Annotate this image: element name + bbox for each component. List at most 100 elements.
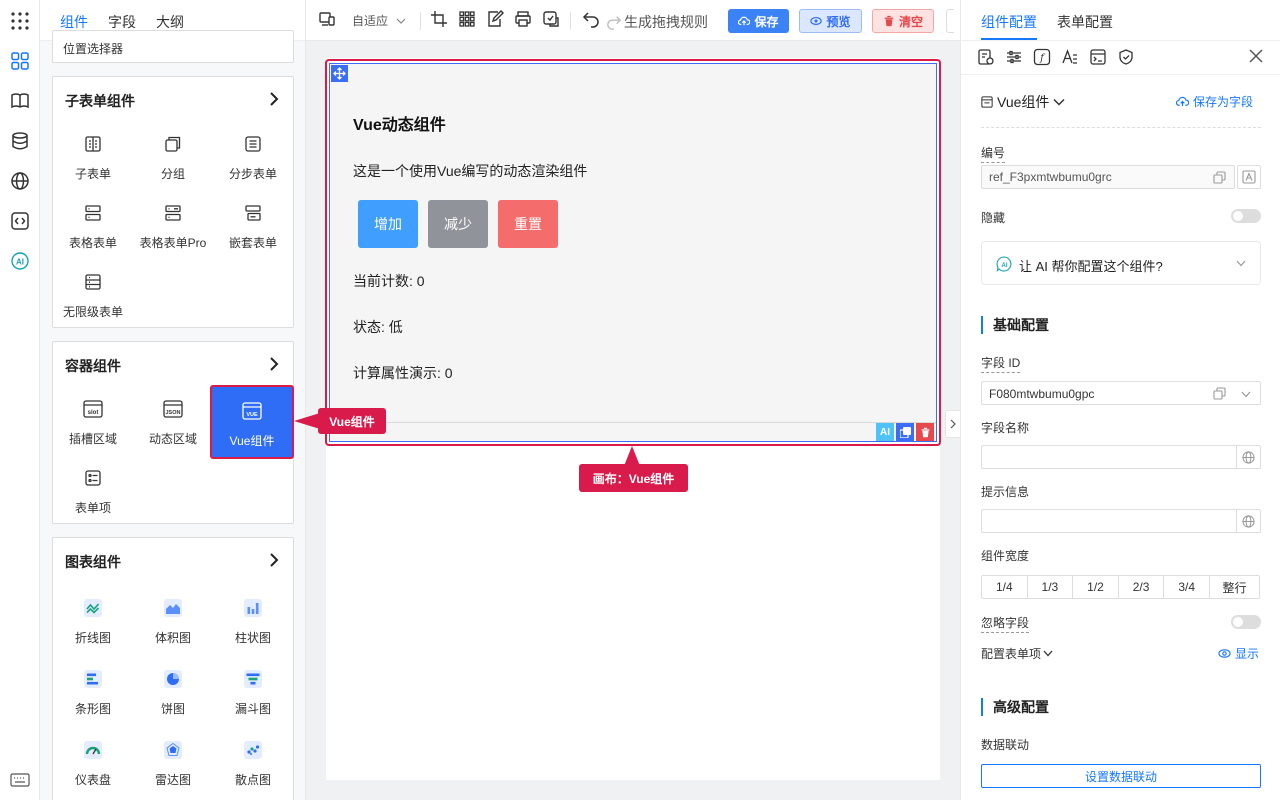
chevron-right-icon[interactable] xyxy=(269,92,279,106)
tab-components[interactable]: 组件 xyxy=(60,12,88,32)
item-funnel-chart[interactable]: 漏斗图 xyxy=(213,664,293,728)
copy-icon[interactable] xyxy=(896,423,914,441)
collapse-panel-handle[interactable] xyxy=(945,410,960,438)
trash-icon xyxy=(884,15,894,27)
components-icon[interactable] xyxy=(8,49,32,73)
translate-icon[interactable] xyxy=(1236,510,1260,532)
width-option[interactable]: 整行 xyxy=(1209,575,1260,599)
width-option[interactable]: 1/3 xyxy=(1026,575,1074,599)
crop-icon[interactable] xyxy=(430,10,448,28)
props-icon[interactable] xyxy=(977,48,995,66)
id-input[interactable]: ref_F3pxmtwbumu0grc xyxy=(981,165,1235,189)
device-icon[interactable] xyxy=(318,10,336,28)
more-button-edge[interactable] xyxy=(946,9,954,33)
field-id-input[interactable]: F080mtwbumu0gpc xyxy=(981,381,1261,405)
item-radar-chart[interactable]: 雷达图 xyxy=(133,735,213,799)
item-column-chart[interactable]: 柱状图 xyxy=(213,593,293,657)
item-slot-area[interactable]: slot 插槽区域 xyxy=(53,394,133,458)
tab-outline[interactable]: 大纲 xyxy=(156,12,184,32)
tab-fields[interactable]: 字段 xyxy=(108,12,136,32)
save-as-field-button[interactable]: 保存为字段 xyxy=(1176,93,1253,110)
chat-icon[interactable] xyxy=(542,10,560,28)
svg-text:AI: AI xyxy=(16,258,24,267)
nested-form-icon xyxy=(242,202,264,224)
book-icon[interactable] xyxy=(8,89,32,113)
keyboard-icon[interactable] xyxy=(8,768,32,792)
field-name-input[interactable] xyxy=(981,445,1261,469)
chevron-right-icon[interactable] xyxy=(269,357,279,371)
canvas-callout-label: 画布：Vue组件 xyxy=(592,471,675,486)
generate-rule-button[interactable]: 生成拖拽规则 xyxy=(606,12,708,32)
ai-assist-icon[interactable]: AI xyxy=(876,423,894,441)
component-type-label: Vue组件 xyxy=(997,94,1050,110)
shield-icon[interactable] xyxy=(1117,48,1135,66)
item-scatter-chart[interactable]: 散点图 xyxy=(213,735,293,799)
tab-form-config[interactable]: 表单配置 xyxy=(1057,12,1113,32)
code-icon[interactable] xyxy=(8,209,32,233)
location-picker-item[interactable]: 位置选择器 xyxy=(63,40,123,57)
item-table-form-pro[interactable]: 表格表单Pro xyxy=(133,198,213,262)
function-icon[interactable]: f xyxy=(1033,48,1051,66)
ai-icon[interactable]: AI xyxy=(8,249,32,273)
show-button[interactable]: 显示 xyxy=(1218,645,1259,662)
step-form-icon xyxy=(242,133,264,155)
reset-button[interactable]: 重置 xyxy=(498,200,558,248)
form-item-config-toggle[interactable]: 配置表单项 xyxy=(981,645,1053,662)
layout-mode-select[interactable]: 自适应 xyxy=(352,12,406,29)
script-icon[interactable] xyxy=(1089,48,1107,66)
width-option[interactable]: 3/4 xyxy=(1163,575,1210,599)
clear-button[interactable]: 清空 xyxy=(872,9,934,33)
hint-input[interactable] xyxy=(981,509,1261,533)
apps-grid-icon[interactable] xyxy=(8,9,32,33)
width-option[interactable]: 1/4 xyxy=(981,575,1028,599)
component-callout-label: Vue组件 xyxy=(329,414,375,429)
item-form-item[interactable]: 表单项 xyxy=(53,463,133,527)
auto-id-button[interactable] xyxy=(1237,165,1261,189)
hidden-toggle[interactable] xyxy=(1231,209,1261,223)
translate-icon[interactable] xyxy=(1236,446,1260,468)
ai-config-box[interactable]: AI 让 AI 帮你配置这个组件? xyxy=(981,241,1261,285)
svg-text:f: f xyxy=(1039,53,1046,64)
width-option[interactable]: 2/3 xyxy=(1117,575,1165,599)
table-form-pro-icon xyxy=(162,202,184,224)
item-subform[interactable]: 子表单 xyxy=(53,129,133,193)
ignore-field-toggle[interactable] xyxy=(1231,615,1261,629)
preview-button[interactable]: 预览 xyxy=(799,9,862,33)
grid-icon[interactable] xyxy=(458,10,476,28)
tab-component-config[interactable]: 组件配置 xyxy=(981,12,1037,32)
drag-handle-icon[interactable] xyxy=(331,65,348,82)
delete-icon[interactable] xyxy=(916,423,934,441)
svg-text:AI: AI xyxy=(1002,263,1008,269)
item-nested-form[interactable]: 嵌套表单 xyxy=(213,198,293,262)
item-group[interactable]: 分组 xyxy=(133,129,213,193)
item-infinite-form[interactable]: 无限级表单 xyxy=(53,267,133,331)
item-area-chart[interactable]: 体积图 xyxy=(133,593,213,657)
computed-text: 计算属性演示: 0 xyxy=(353,365,453,381)
close-icon[interactable] xyxy=(1249,49,1263,63)
globe-icon[interactable] xyxy=(8,169,32,193)
edit-icon[interactable] xyxy=(486,10,504,28)
item-table-form[interactable]: 表格表单 xyxy=(53,198,133,262)
item-step-form[interactable]: 分步表单 xyxy=(213,129,293,193)
chevron-right-icon[interactable] xyxy=(269,553,279,567)
width-option[interactable]: 1/2 xyxy=(1072,575,1119,599)
increment-button[interactable]: 增加 xyxy=(358,200,418,248)
card-title: 子表单组件 xyxy=(65,93,135,109)
text-style-icon[interactable] xyxy=(1061,48,1079,66)
item-line-chart[interactable]: 折线图 xyxy=(53,593,133,657)
sliders-icon[interactable] xyxy=(1005,48,1023,66)
component-type-select[interactable]: Vue组件 xyxy=(981,92,1065,112)
print-icon[interactable] xyxy=(514,10,532,28)
item-gauge[interactable]: 仪表盘 xyxy=(53,735,133,799)
set-data-linkage-button[interactable]: 设置数据联动 xyxy=(981,764,1261,788)
json-icon: JSON xyxy=(162,398,184,420)
database-icon[interactable] xyxy=(8,129,32,153)
field-id-label: 字段 ID xyxy=(981,354,1021,373)
item-bar-chart[interactable]: 条形图 xyxy=(53,664,133,728)
save-button[interactable]: 保存 xyxy=(728,9,789,33)
decrement-button[interactable]: 减少 xyxy=(428,200,488,248)
item-pie-chart[interactable]: 饼图 xyxy=(133,664,213,728)
item-vue-component[interactable]: VUE Vue组件 xyxy=(210,385,294,459)
undo-icon[interactable] xyxy=(582,10,600,28)
item-dynamic-area[interactable]: JSON 动态区域 xyxy=(133,394,213,458)
